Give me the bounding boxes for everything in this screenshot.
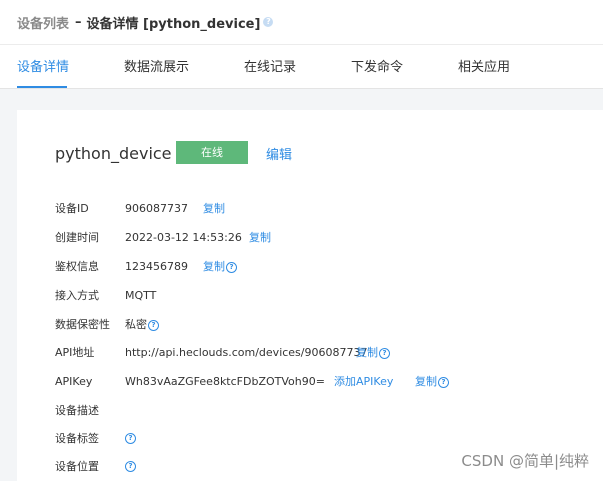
copy-api-key-button[interactable]: 复制?: [415, 374, 449, 390]
device-id-value: 906087737: [125, 202, 188, 215]
question-icon[interactable]: ?: [438, 377, 449, 388]
api-key-label: APIKey: [55, 375, 93, 388]
description-label: 设备描述: [55, 404, 99, 417]
breadcrumb: 设备列表 – 设备详情 [python_device] ?: [0, 0, 603, 44]
copy-device-id-button[interactable]: 复制: [203, 201, 225, 217]
copy-created-time-button[interactable]: 复制: [249, 230, 271, 246]
tab-bar: 设备详情 数据流展示 在线记录 下发命令 相关应用: [0, 44, 603, 89]
created-time-label: 创建时间: [55, 231, 99, 244]
question-icon[interactable]: ?: [125, 433, 136, 444]
copy-api-address-label: 复制: [356, 346, 378, 359]
add-api-key-button[interactable]: 添加APIKey: [334, 374, 393, 390]
tab-send-command[interactable]: 下发命令: [351, 45, 403, 89]
protocol-label: 接入方式: [55, 289, 99, 302]
copy-api-key-label: 复制: [415, 375, 437, 388]
privacy-value: 私密: [125, 318, 147, 331]
device-name: python_device: [55, 144, 172, 163]
device-id-label: 设备ID: [55, 202, 89, 215]
privacy-value-group: 私密?: [125, 317, 159, 333]
edit-button[interactable]: 编辑: [266, 144, 292, 163]
api-key-value: Wh83vAaZGFee8ktcFDbZOTVoh90=: [125, 375, 325, 388]
question-icon[interactable]: ?: [379, 348, 390, 359]
question-icon[interactable]: ?: [226, 262, 237, 273]
status-badge: 在线: [176, 141, 248, 164]
auth-info-value: 123456789: [125, 260, 188, 273]
watermark: CSDN @简单|纯粹: [461, 452, 589, 470]
protocol-value: MQTT: [125, 289, 157, 302]
tab-related-apps[interactable]: 相关应用: [458, 45, 510, 89]
tab-online-records[interactable]: 在线记录: [244, 45, 296, 89]
location-label: 设备位置: [55, 460, 99, 473]
device-detail-card: python_device 在线 编辑 设备ID 906087737 复制 创建…: [17, 110, 603, 481]
question-icon[interactable]: ?: [263, 17, 274, 27]
api-address-label: API地址: [55, 346, 95, 359]
breadcrumb-separator: –: [75, 14, 82, 30]
copy-api-address-button[interactable]: 复制?: [356, 345, 390, 361]
copy-auth-info-button[interactable]: 复制?: [203, 259, 237, 275]
created-time-value: 2022-03-12 14:53:26: [125, 231, 242, 244]
tab-data-streams[interactable]: 数据流展示: [124, 45, 189, 89]
question-icon[interactable]: ?: [125, 461, 136, 472]
privacy-label: 数据保密性: [55, 318, 110, 331]
auth-info-label: 鉴权信息: [55, 260, 99, 273]
tags-label: 设备标签: [55, 432, 99, 445]
copy-auth-info-label: 复制: [203, 260, 225, 273]
tab-device-details[interactable]: 设备详情: [17, 45, 69, 89]
breadcrumb-device-list-link[interactable]: 设备列表: [17, 13, 69, 32]
api-address-value: http://api.heclouds.com/devices/90608773…: [125, 346, 368, 359]
breadcrumb-current-page: 设备详情 [python_device]: [86, 16, 261, 32]
question-icon[interactable]: ?: [148, 320, 159, 331]
active-tab-indicator: [17, 86, 67, 88]
